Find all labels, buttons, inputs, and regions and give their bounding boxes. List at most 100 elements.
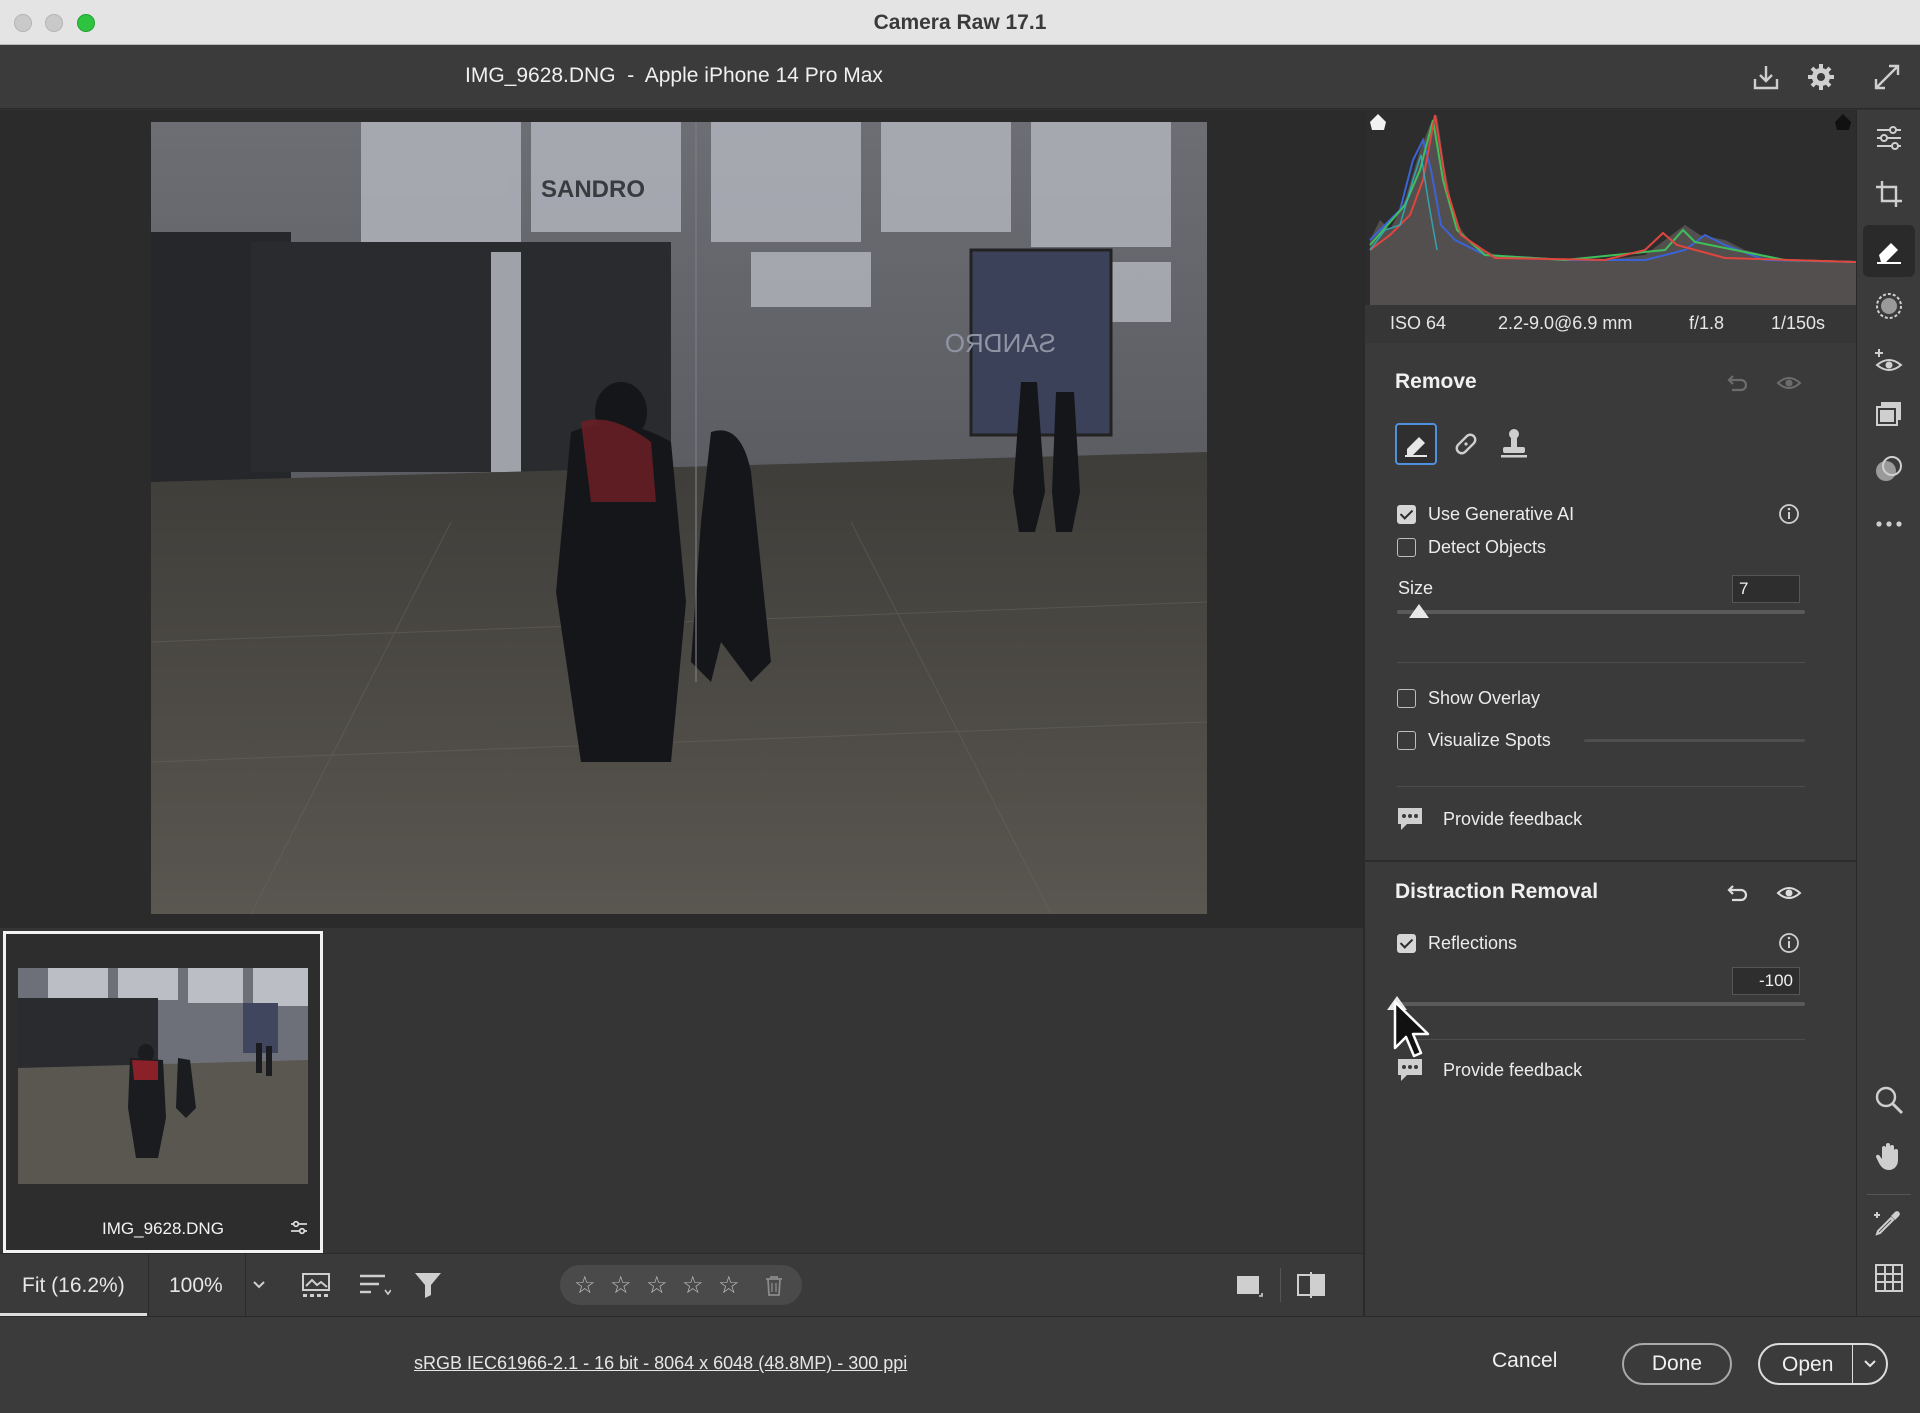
exif-iso: ISO 64: [1390, 313, 1447, 333]
feedback-icon[interactable]: [1395, 804, 1425, 834]
eye-icon[interactable]: [1776, 880, 1802, 906]
remove-tool-button[interactable]: [1395, 423, 1437, 465]
save-icon[interactable]: [1750, 61, 1782, 93]
red-eye-icon[interactable]: [1873, 345, 1905, 377]
zoom-icon[interactable]: [1873, 1084, 1905, 1116]
clone-tool-button[interactable]: [1493, 423, 1535, 465]
more-icon[interactable]: [1873, 508, 1905, 540]
file-title: IMG_9628.DNG - Apple iPhone 14 Pro Max: [465, 64, 883, 87]
open-button-label: Open: [1782, 1353, 1834, 1376]
single-view-icon[interactable]: [1232, 1270, 1266, 1300]
star-1-icon[interactable]: ☆: [574, 1271, 596, 1300]
size-slider-handle[interactable]: [1409, 604, 1429, 618]
info-icon[interactable]: [1776, 501, 1802, 527]
window-titlebar: Camera Raw 17.1: [0, 0, 1920, 45]
workflow-options-link[interactable]: sRGB IEC61966-2.1 - 16 bit - 8064 x 6048…: [414, 1353, 907, 1374]
open-button-separator: [1852, 1345, 1853, 1383]
visualize-spots-label: Visualize Spots: [1428, 730, 1551, 750]
reset-icon[interactable]: [1724, 880, 1750, 906]
done-button[interactable]: Done: [1622, 1343, 1732, 1385]
remove-feedback-link[interactable]: Provide feedback: [1443, 809, 1582, 830]
stamp-icon: [1501, 429, 1527, 458]
zoom-fit-button[interactable]: Fit (16.2%): [0, 1254, 147, 1316]
toolstrip-divider: [1867, 1194, 1911, 1195]
size-label: Size: [1398, 578, 1434, 598]
exif-aperture: f/1.8: [1689, 313, 1725, 333]
edit-sliders-icon[interactable]: [1873, 122, 1905, 154]
exif-shutter: 1/150s: [1771, 313, 1826, 333]
bandage-icon: [1455, 433, 1477, 455]
edit-panel: ISO 64 2.2-9.0@6.9 mm f/1.8 1/150s Remov…: [1363, 110, 1856, 1316]
image-canvas[interactable]: SANDRO SANDRO: [0, 110, 1363, 928]
zoom-dropdown-icon[interactable]: [247, 1254, 271, 1316]
thumbnail-filename: IMG_9628.DNG: [102, 1219, 224, 1238]
rating-stars[interactable]: ☆ ☆ ☆ ☆ ☆: [560, 1265, 802, 1305]
snapshots-icon[interactable]: [1873, 398, 1905, 430]
crop-icon[interactable]: [1873, 178, 1905, 210]
sort-icon[interactable]: [357, 1270, 391, 1300]
star-5-icon[interactable]: ☆: [718, 1271, 740, 1300]
filter-icon[interactable]: [412, 1270, 446, 1300]
svg-text:SANDRO: SANDRO: [541, 176, 645, 203]
reflections-checkbox[interactable]: [1397, 934, 1416, 953]
size-value-field[interactable]: 7: [1732, 575, 1800, 603]
trash-icon[interactable]: [764, 1275, 784, 1297]
document-header: IMG_9628.DNG - Apple iPhone 14 Pro Max: [0, 45, 1920, 109]
filmstrip: IMG_9628.DNG: [0, 928, 1363, 1253]
open-button[interactable]: Open: [1758, 1343, 1888, 1385]
distraction-feedback-link[interactable]: Provide feedback: [1443, 1060, 1582, 1081]
svg-text:SANDRO: SANDRO: [945, 328, 1056, 358]
show-overlay-checkbox[interactable]: [1397, 689, 1416, 708]
chevron-down-icon[interactable]: [1858, 1351, 1882, 1375]
filmstrip-options-icon[interactable]: [300, 1270, 334, 1300]
star-3-icon[interactable]: ☆: [646, 1271, 668, 1300]
thumbnail-image: [18, 968, 308, 1184]
zoom-100-button[interactable]: 100%: [148, 1254, 246, 1316]
toolbar-divider: [1280, 1268, 1281, 1302]
status-bar: sRGB IEC61966-2.1 - 16 bit - 8064 x 6048…: [0, 1316, 1920, 1413]
use-generative-ai-label: Use Generative AI: [1428, 504, 1575, 524]
fullscreen-icon[interactable]: [1871, 61, 1903, 93]
reflections-slider-track[interactable]: [1397, 1002, 1805, 1006]
heal-tool-button[interactable]: [1445, 423, 1487, 465]
bottom-toolbar: Fit (16.2%) 100% ☆ ☆ ☆ ☆ ☆: [0, 1253, 1363, 1316]
star-2-icon[interactable]: ☆: [610, 1271, 632, 1300]
reflections-value-field[interactable]: -100: [1732, 967, 1800, 995]
hand-icon[interactable]: [1873, 1140, 1905, 1172]
mouse-cursor-icon: [1393, 1000, 1430, 1058]
reflections-label: Reflections: [1428, 933, 1518, 953]
detect-objects-checkbox[interactable]: [1397, 538, 1416, 557]
filmstrip-thumbnail[interactable]: IMG_9628.DNG: [3, 931, 323, 1253]
use-generative-ai-checkbox[interactable]: [1397, 505, 1416, 524]
main-photo[interactable]: SANDRO SANDRO: [151, 122, 1207, 914]
before-after-icon[interactable]: [1294, 1270, 1328, 1300]
eye-icon[interactable]: [1776, 370, 1802, 396]
presets-icon[interactable]: [1873, 453, 1905, 485]
exif-lens: 2.2-9.0@6.9 mm: [1498, 313, 1633, 333]
exif-info: ISO 64 2.2-9.0@6.9 mm f/1.8 1/150s: [1365, 305, 1856, 343]
remove-section-title: Remove: [1395, 370, 1477, 393]
histogram: [1365, 110, 1856, 305]
grid-icon[interactable]: [1873, 1262, 1905, 1294]
edited-badge-icon: [291, 1220, 307, 1235]
visualize-spots-checkbox[interactable]: [1397, 731, 1416, 750]
section-divider: [1397, 786, 1805, 787]
size-slider-track[interactable]: [1397, 610, 1805, 614]
reset-icon[interactable]: [1724, 370, 1750, 396]
distraction-section-title: Distraction Removal: [1395, 880, 1599, 903]
eraser-icon[interactable]: [1873, 235, 1905, 267]
star-4-icon[interactable]: ☆: [682, 1271, 704, 1300]
window-title: Camera Raw 17.1: [873, 11, 1047, 34]
detect-objects-label: Detect Objects: [1428, 537, 1547, 557]
info-icon[interactable]: [1776, 930, 1802, 956]
visualize-spots-slider[interactable]: [1584, 739, 1805, 742]
gear-icon[interactable]: [1805, 61, 1837, 93]
tool-strip: [1856, 110, 1920, 1316]
eyedropper-icon[interactable]: [1873, 1206, 1905, 1238]
show-overlay-label: Show Overlay: [1428, 688, 1541, 708]
panel-separator: [1365, 860, 1856, 862]
cancel-button[interactable]: Cancel: [1492, 1349, 1557, 1373]
eraser-icon: [1405, 437, 1427, 457]
masking-icon[interactable]: [1873, 290, 1905, 322]
section-divider: [1397, 1039, 1805, 1040]
